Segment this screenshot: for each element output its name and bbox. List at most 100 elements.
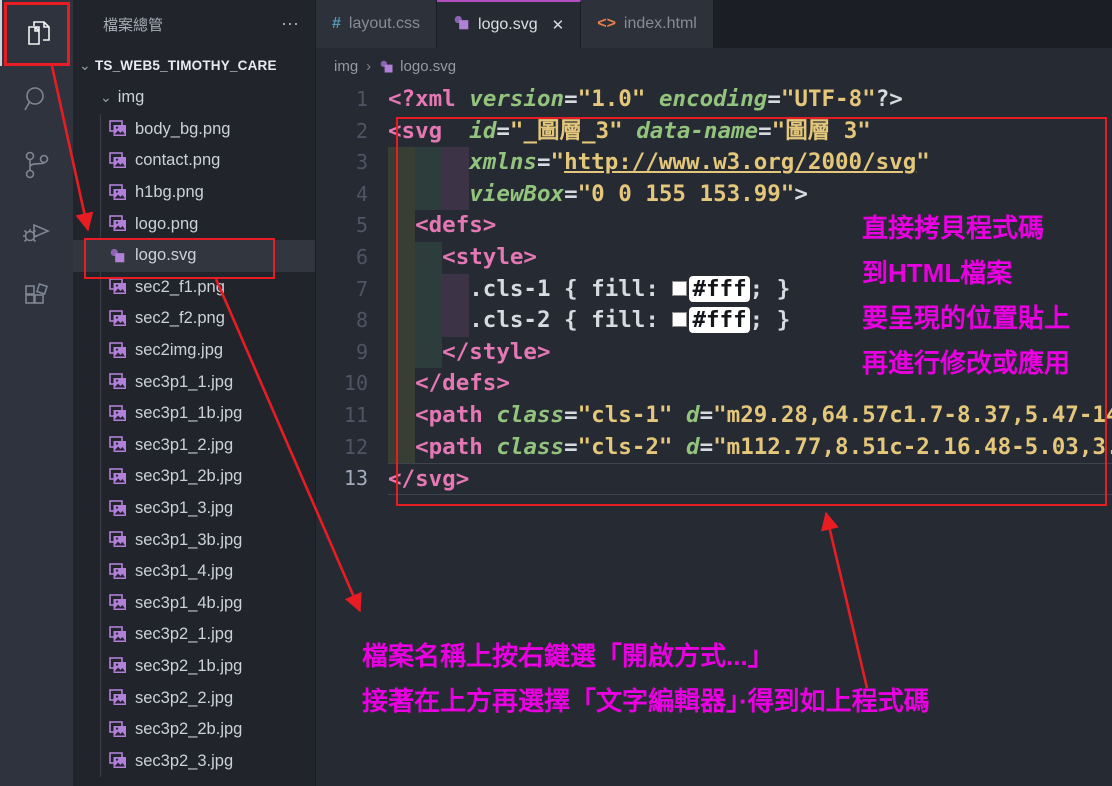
file-row-logo.svg[interactable]: logo.svg: [73, 240, 315, 272]
file-row-sec3p1_3b.jpg[interactable]: sec3p1_3b.jpg: [73, 524, 315, 556]
line-number: 1: [316, 84, 388, 116]
code-line-3[interactable]: 3xmlns="http://www.w3.org/2000/svg": [316, 147, 1112, 179]
file-tree: ⌄ img body_bg.pngcontact.pngh1bg.pnglogo…: [73, 82, 315, 777]
workspace-section-header[interactable]: ⌄ TS_WEB5_TIMOTHY_CARE: [73, 48, 315, 82]
token-str: ": [551, 149, 565, 175]
code-line-11[interactable]: 11<path class="cls-1" d="m29.28,64.57c1.…: [316, 400, 1112, 432]
file-row-sec2img.jpg[interactable]: sec2img.jpg: [73, 335, 315, 367]
indent-rainbow-stripe: [388, 337, 415, 369]
color-swatch-icon[interactable]: [672, 281, 687, 296]
token-tag: <style>: [442, 244, 537, 270]
code-line-12[interactable]: 12<path class="cls-2" d="m112.77,8.51c-2…: [316, 432, 1112, 464]
file-row-sec3p2_1b.jpg[interactable]: sec3p2_1b.jpg: [73, 651, 315, 683]
indent-rainbow-stripe: [388, 305, 415, 337]
code-line-9[interactable]: 9</style>: [316, 337, 1112, 369]
file-row-sec3p2_3.jpg[interactable]: sec3p2_3.jpg: [73, 745, 315, 777]
token-attr: viewBox: [469, 181, 564, 207]
indent-rainbow-stripe: [415, 242, 442, 274]
breadcrumb-separator: ›: [366, 58, 371, 75]
image-file-icon: [109, 752, 127, 770]
token-attr: id: [469, 118, 496, 144]
code-line-2[interactable]: 2<svg id="_圖層_3" data-name="圖層 3": [316, 116, 1112, 148]
code-line-13[interactable]: 13</svg>: [316, 463, 1112, 495]
activity-explorer-button[interactable]: [0, 0, 75, 66]
code-line-1[interactable]: 1<?xml version="1.0" encoding="UTF-8"?>: [316, 84, 1112, 116]
file-row-sec3p1_3.jpg[interactable]: sec3p1_3.jpg: [73, 493, 315, 525]
image-file-icon: [109, 373, 127, 391]
file-row-body_bg.png[interactable]: body_bg.png: [73, 114, 315, 146]
file-row-sec3p1_1.jpg[interactable]: sec3p1_1.jpg: [73, 366, 315, 398]
breadcrumb-file[interactable]: logo.svg: [400, 58, 456, 75]
token-url: http://www.w3.org/2000/svg: [564, 149, 916, 175]
token-plain: [623, 118, 637, 144]
code-line-6[interactable]: 6<style>: [316, 242, 1112, 274]
folder-row-img[interactable]: ⌄ img: [73, 82, 315, 114]
indent-rainbow-stripe: [415, 337, 442, 369]
code-line-5[interactable]: 5<defs>: [316, 210, 1112, 242]
activity-run-debug-button[interactable]: [0, 198, 73, 264]
color-value-highlight: #fff: [689, 307, 749, 333]
token-str: ": [916, 149, 930, 175]
token-str: "_圖層_3": [510, 118, 623, 144]
file-row-sec3p1_2b.jpg[interactable]: sec3p1_2b.jpg: [73, 461, 315, 493]
image-file-icon: [109, 689, 127, 707]
file-row-sec3p1_4.jpg[interactable]: sec3p1_4.jpg: [73, 556, 315, 588]
close-icon[interactable]: ✕: [552, 16, 565, 34]
image-file-icon: [109, 500, 127, 518]
file-row-sec3p1_4b.jpg[interactable]: sec3p1_4b.jpg: [73, 588, 315, 620]
code-line-4[interactable]: 4viewBox="0 0 155 153.99">: [316, 179, 1112, 211]
code-editor[interactable]: 1<?xml version="1.0" encoding="UTF-8"?>2…: [316, 84, 1112, 786]
token-tag: <path: [415, 402, 483, 428]
code-line-10[interactable]: 10</defs>: [316, 368, 1112, 400]
line-number: 7: [316, 274, 388, 306]
file-name: sec3p1_4.jpg: [135, 562, 233, 581]
indent-rainbow-stripe: [415, 305, 442, 337]
file-row-sec3p2_1.jpg[interactable]: sec3p2_1.jpg: [73, 619, 315, 651]
breadcrumb-folder[interactable]: img: [334, 58, 358, 75]
activity-source-control-button[interactable]: [0, 132, 73, 198]
line-number: 13: [316, 463, 388, 495]
file-row-sec2_f2.png[interactable]: sec2_f2.png: [73, 303, 315, 335]
image-file-icon: [109, 278, 127, 296]
token-eq: =: [700, 402, 714, 428]
explorer-sidebar: 檔案總管 ⋯ ⌄ TS_WEB5_TIMOTHY_CARE ⌄ img body…: [73, 0, 316, 786]
file-row-sec3p2_2b.jpg[interactable]: sec3p2_2b.jpg: [73, 714, 315, 746]
file-row-contact.png[interactable]: contact.png: [73, 145, 315, 177]
activity-extensions-button[interactable]: [0, 264, 73, 330]
token-eq: =: [758, 118, 772, 144]
breadcrumb[interactable]: img › logo.svg: [316, 48, 1112, 84]
file-row-h1bg.png[interactable]: h1bg.png: [73, 177, 315, 209]
token-str: "圖層 3": [772, 118, 871, 144]
token-plain: [442, 118, 469, 144]
token-eq: =: [537, 149, 551, 175]
folder-name: img: [118, 88, 145, 107]
activity-search-button[interactable]: [0, 66, 73, 132]
tab-layout.css[interactable]: #layout.css: [316, 0, 437, 48]
file-row-sec2_f1.png[interactable]: sec2_f1.png: [73, 272, 315, 304]
image-file-icon: [109, 657, 127, 675]
token-plain: [672, 434, 686, 460]
explorer-more-actions-button[interactable]: ⋯: [281, 14, 301, 35]
tab-index.html[interactable]: <>index.html: [581, 0, 714, 48]
indent-rainbow-stripe: [442, 305, 469, 337]
token-plain: ; }: [750, 307, 791, 333]
code-line-8[interactable]: 8.cls-2 { fill: #fff; }: [316, 305, 1112, 337]
code-line-7[interactable]: 7.cls-1 { fill: #fff; }: [316, 274, 1112, 306]
file-row-sec3p1_1b.jpg[interactable]: sec3p1_1b.jpg: [73, 398, 315, 430]
color-swatch-icon[interactable]: [672, 312, 687, 327]
token-plain: [672, 402, 686, 428]
image-file-icon: [109, 626, 127, 644]
token-tag: <defs>: [415, 212, 496, 238]
file-row-sec3p2_2.jpg[interactable]: sec3p2_2.jpg: [73, 682, 315, 714]
file-name: sec3p1_2b.jpg: [135, 467, 242, 486]
line-number: 3: [316, 147, 388, 179]
file-row-logo.png[interactable]: logo.png: [73, 208, 315, 240]
tab-logo.svg[interactable]: logo.svg✕: [437, 0, 581, 48]
image-file-icon: [109, 721, 127, 739]
svg-file-icon: [109, 247, 127, 265]
file-row-sec3p1_2.jpg[interactable]: sec3p1_2.jpg: [73, 430, 315, 462]
token-tag: <?xml: [388, 86, 456, 112]
token-plain: .cls-2 { fill:: [469, 307, 672, 333]
git-branch-icon: [21, 149, 53, 181]
editor-group: #layout.csslogo.svg✕<>index.html img › l…: [316, 0, 1112, 786]
